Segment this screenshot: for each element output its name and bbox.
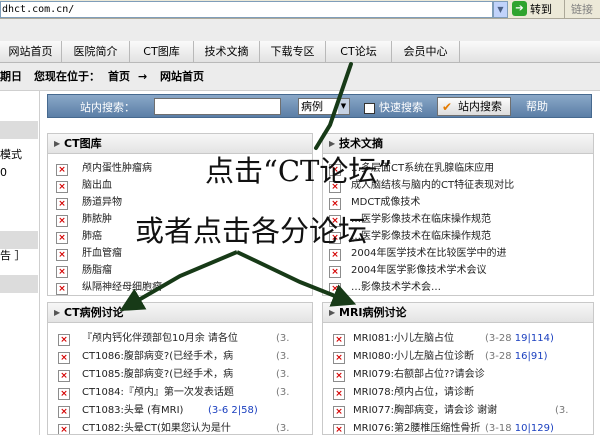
site-nav: 网站首页 医院简介 CT图库 技术文摘 下载专区 CT论坛 会员中心 <box>0 41 600 63</box>
ct-cases-panel: ▶ CT病例讨论 × 『颅内钙化伴颈部包10月余 请各位 (3. × CT1086:腹… <box>47 302 313 435</box>
broken-image-icon: × <box>58 370 70 382</box>
list-item[interactable]: × 肠脂瘤 <box>48 263 312 280</box>
header-strip <box>0 19 600 41</box>
ct-cases-header[interactable]: ▶ CT病例讨论 <box>48 303 312 323</box>
list-item[interactable]: × CT1086:腹部病变?(已经手术，病 (3. <box>48 349 312 366</box>
sidebar-fragment-mode: 模式 <box>0 148 22 161</box>
links-button[interactable]: 链接 <box>564 0 600 19</box>
broken-image-icon: × <box>329 283 341 295</box>
broken-image-icon: × <box>58 406 70 418</box>
site-search-button-label: 站内搜索 <box>458 100 502 113</box>
nav-home[interactable]: 网站首页 <box>0 41 62 63</box>
list-item[interactable]: × MRI076:第2腰椎压缩性骨折 (3-18 10|129) <box>323 421 593 434</box>
search-category-value: 病例 <box>301 100 323 113</box>
sidebar-fragment-zero: 0 <box>0 166 7 179</box>
list-item[interactable]: × MRI077:胸部病变，请会诊 谢谢 (3. <box>323 403 593 420</box>
list-item[interactable]: × MRI079:右额部占位??请会诊 <box>323 367 593 384</box>
list-item[interactable]: × MRI080:小儿左脑占位诊断 (3-28 16|91) <box>323 349 593 366</box>
broken-image-icon: × <box>56 215 68 227</box>
nav-ct-gallery[interactable]: CT图库 <box>130 41 194 63</box>
triangle-right-icon: ▶ <box>329 308 336 317</box>
broken-image-icon: × <box>56 164 68 176</box>
broken-image-icon: × <box>56 198 68 210</box>
list-item[interactable]: × 2004年医学影像技术学术会议 <box>323 263 593 280</box>
broken-image-icon: × <box>333 370 345 382</box>
list-item[interactable]: × 『颅内钙化伴颈部包10月余 请各位 (3. <box>48 331 312 348</box>
breadcrumb-home[interactable]: 首页 <box>108 63 130 91</box>
chevron-down-icon: ▼ <box>338 99 349 114</box>
weekday-fragment: 期日 <box>0 70 22 83</box>
address-bar: dhct.com.cn/ ▼ ➔ 转到 链接 <box>0 0 600 19</box>
triangle-right-icon: ▶ <box>54 139 61 148</box>
ct-gallery-title: CT图库 <box>64 137 102 150</box>
broken-image-icon: × <box>58 334 70 346</box>
broken-image-icon: × <box>329 249 341 261</box>
search-label: 站内搜索： <box>80 101 135 114</box>
nav-member-center[interactable]: 会员中心 <box>392 41 460 63</box>
broken-image-icon: × <box>56 232 68 244</box>
checkmark-icon: ✔ <box>442 100 453 114</box>
broken-image-icon: × <box>56 266 68 278</box>
breadcrumb-current: 网站首页 <box>160 70 204 83</box>
list-item[interactable]: × …影像技术学术会… <box>323 280 593 295</box>
sidebar-bar <box>0 275 38 293</box>
triangle-right-icon: ▶ <box>54 308 61 317</box>
quick-search-label: 快速搜索 <box>379 101 423 114</box>
broken-image-icon: × <box>58 424 70 434</box>
mri-cases-title: MRI病例讨论 <box>339 306 407 319</box>
left-sidebar: 模式 0 告 ］ <box>0 91 40 435</box>
list-item[interactable]: × MRI081:小儿左脑占位 (3-28 19|114) <box>323 331 593 348</box>
broken-image-icon: × <box>333 334 345 346</box>
sidebar-fragment-notice[interactable]: 告 ］ <box>0 247 26 263</box>
breadcrumb-arrow: → <box>138 70 148 83</box>
search-category-select[interactable]: 病例 ▼ <box>298 98 350 115</box>
quick-search-toggle[interactable]: 快速搜索 <box>364 99 423 115</box>
go-label: 转到 <box>530 3 552 16</box>
list-item[interactable]: × CT1082:头晕CT(如果您认为是什 (3. <box>48 421 312 434</box>
list-item[interactable]: × CT1084:『颅内』第一次发表话题 (3. <box>48 385 312 402</box>
go-button[interactable]: ➔ 转到 <box>512 1 562 18</box>
quick-search-checkbox[interactable] <box>364 102 375 114</box>
broken-image-icon: × <box>333 406 345 418</box>
list-item[interactable]: × 纵隔神经母细胞瘤 <box>48 280 312 295</box>
broken-image-icon: × <box>58 352 70 364</box>
broken-image-icon: × <box>333 388 345 400</box>
help-button[interactable]: 帮助 <box>516 97 558 116</box>
site-search-bar: 站内搜索： 病例 ▼ 快速搜索 ✔ 站内搜索 帮助 <box>47 94 592 118</box>
broken-image-icon: × <box>329 266 341 278</box>
broken-image-icon: × <box>56 181 68 193</box>
search-input[interactable] <box>154 98 281 115</box>
nav-hospital-intro[interactable]: 医院简介 <box>62 41 130 63</box>
mri-cases-header[interactable]: ▶ MRI病例讨论 <box>323 303 593 323</box>
ct-cases-title: CT病例讨论 <box>64 306 124 319</box>
mri-cases-panel: ▶ MRI病例讨论 × MRI081:小儿左脑占位 (3-28 19|114) × M… <box>322 302 594 435</box>
nav-downloads[interactable]: 下载专区 <box>260 41 326 63</box>
location-label: 您现在位于： <box>34 70 100 83</box>
breadcrumb: 期日 您现在位于： 首页 → 网站首页 <box>0 63 600 91</box>
nav-tech-digest[interactable]: 技术文摘 <box>194 41 260 63</box>
broken-image-icon: × <box>56 283 68 295</box>
annotation-or-click-sections: 或者点击各分论坛 <box>135 214 368 248</box>
go-arrow-icon: ➔ <box>512 1 527 16</box>
sidebar-bar <box>0 121 38 139</box>
broken-image-icon: × <box>56 249 68 261</box>
nav-ct-forum[interactable]: CT论坛 <box>326 41 392 63</box>
list-item[interactable]: × CT1085:腹部病变?(已经手术，病 (3. <box>48 367 312 384</box>
address-dropdown-icon[interactable]: ▼ <box>493 1 508 18</box>
site-search-button[interactable]: ✔ 站内搜索 <box>437 97 511 116</box>
list-item[interactable]: × CT1083:头晕 (有MRI) (3-6 2|58) <box>48 403 312 420</box>
broken-image-icon: × <box>333 352 345 364</box>
address-input[interactable]: dhct.com.cn/ <box>0 1 493 18</box>
annotation-click-forum: 点击“CT论坛” <box>205 154 393 188</box>
broken-image-icon: × <box>333 424 345 434</box>
broken-image-icon: × <box>58 388 70 400</box>
list-item[interactable]: × MRI078:颅内占位，请诊断 <box>323 385 593 402</box>
